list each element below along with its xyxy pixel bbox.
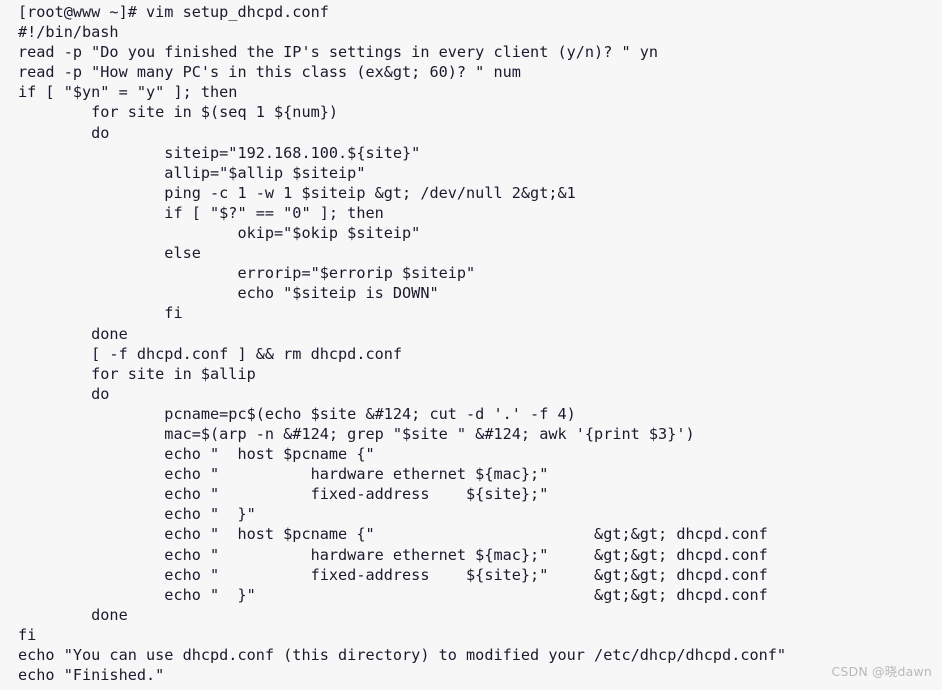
code-line: echo " fixed-address ${site};" xyxy=(18,485,549,504)
code-line: do xyxy=(18,123,110,142)
code-line: echo " hardware ethernet ${mac};" &gt;&g… xyxy=(18,545,768,564)
code-line: done xyxy=(18,324,128,343)
code-line: [root@www ~]# vim setup_dhcpd.conf xyxy=(18,3,329,21)
code-line: [ -f dhcpd.conf ] && rm dhcpd.conf xyxy=(18,344,403,363)
code-line: echo "You can use dhcpd.conf (this direc… xyxy=(18,646,787,664)
code-line: ping -c 1 -w 1 $siteip &gt; /dev/null 2&… xyxy=(18,183,576,202)
code-line: if [ "$yn" = "y" ]; then xyxy=(18,83,238,102)
code-line: read -p "How many PC's in this class (ex… xyxy=(18,63,521,82)
code-line: echo " fixed-address ${site};" &gt;&gt; … xyxy=(18,565,768,584)
code-line: done xyxy=(18,605,128,624)
code-line: echo " }" &gt;&gt; dhcpd.conf xyxy=(18,585,768,604)
code-line: errorip="$errorip $siteip" xyxy=(18,264,476,283)
code-line: #!/bin/bash xyxy=(18,23,119,42)
code-line: allip="$allip $siteip" xyxy=(18,163,366,182)
code-line: echo "Finished." xyxy=(18,666,165,685)
shell-script-code[interactable]: [root@www ~]# vim setup_dhcpd.conf #!/bin… xyxy=(18,2,942,685)
code-line: echo " hardware ethernet ${mac};" xyxy=(18,465,549,484)
code-line: for site in $(seq 1 ${num}) xyxy=(18,103,339,122)
code-line: echo " host $pcname {" &gt;&gt; dhcpd.co… xyxy=(18,525,768,544)
csdn-watermark: CSDN @晓dawn xyxy=(831,664,932,679)
code-line: okip="$okip $siteip" xyxy=(18,224,421,243)
code-line: for site in $allip xyxy=(18,364,256,383)
code-line: else xyxy=(18,244,201,263)
code-line: siteip="192.168.100.${site}" xyxy=(18,143,421,162)
code-line: echo " host $pcname {" xyxy=(18,445,375,464)
code-line: fi xyxy=(18,304,183,323)
code-line: echo " }" xyxy=(18,505,256,524)
code-line: echo "$siteip is DOWN" xyxy=(18,284,439,303)
code-line: read -p "Do you finished the IP's settin… xyxy=(18,43,659,62)
code-line: fi xyxy=(18,625,37,644)
code-line: if [ "$?" == "0" ]; then xyxy=(18,203,384,222)
terminal-window: [root@www ~]# vim setup_dhcpd.conf #!/bin… xyxy=(0,0,942,690)
code-line: pcname=pc$(echo $site &#124; cut -d '.' … xyxy=(18,404,576,423)
code-line: do xyxy=(18,384,110,403)
code-line: mac=$(arp -n &#124; grep "$site " &#124;… xyxy=(18,424,695,443)
